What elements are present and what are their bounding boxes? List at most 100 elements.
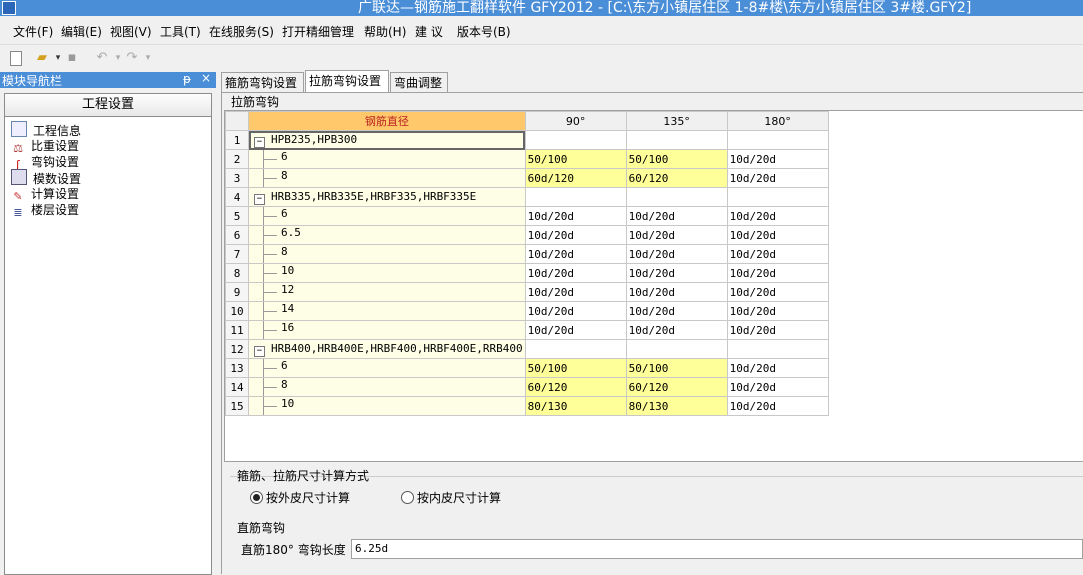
menu-edit[interactable]: 编辑(E) bbox=[61, 23, 102, 40]
hook-90-cell[interactable]: 60/120 bbox=[524, 377, 627, 397]
diameter-cell[interactable]: 16 bbox=[248, 320, 526, 340]
diameter-cell[interactable]: 10 bbox=[248, 396, 526, 416]
pin-icon[interactable]: ᵽ bbox=[183, 72, 191, 86]
row-number[interactable]: 12 bbox=[225, 339, 249, 359]
row-number[interactable]: 5 bbox=[225, 206, 249, 226]
row-number[interactable]: 6 bbox=[225, 225, 249, 245]
row-number[interactable]: 9 bbox=[225, 282, 249, 302]
hook-180-cell[interactable]: 10d/20d bbox=[726, 282, 829, 302]
menu-help[interactable]: 帮助(H) bbox=[364, 23, 406, 40]
hook-135-cell[interactable]: 50/100 bbox=[625, 149, 728, 169]
nav-item-floor[interactable]: ≣ 楼层设置 bbox=[11, 201, 79, 219]
hook-180-cell[interactable]: 10d/20d bbox=[726, 225, 829, 245]
row-number[interactable]: 3 bbox=[225, 168, 249, 188]
row-number[interactable]: 15 bbox=[225, 396, 249, 416]
hook-180-cell[interactable] bbox=[726, 339, 829, 359]
menu-online-service[interactable]: 在线服务(S) bbox=[209, 23, 274, 40]
col-header-diameter[interactable]: 钢筋直径 bbox=[248, 111, 526, 131]
nav-item-calc[interactable]: ✎ 计算设置 bbox=[11, 185, 79, 203]
hook-180-cell[interactable]: 10d/20d bbox=[726, 244, 829, 264]
hook-135-cell[interactable]: 10d/20d bbox=[625, 244, 728, 264]
menu-suggest[interactable]: 建 议 bbox=[415, 23, 443, 40]
row-number[interactable]: 13 bbox=[225, 358, 249, 378]
diameter-cell[interactable]: 10 bbox=[248, 263, 526, 283]
close-icon[interactable]: × bbox=[201, 71, 211, 85]
hook-90-cell[interactable] bbox=[524, 339, 627, 359]
hook-135-cell[interactable]: 80/130 bbox=[625, 396, 728, 416]
hook-90-cell[interactable]: 60d/120 bbox=[524, 168, 627, 188]
row-number[interactable]: 1 bbox=[225, 130, 249, 150]
straight-hook-length-input[interactable]: 6.25d bbox=[351, 539, 1083, 559]
row-number[interactable]: 10 bbox=[225, 301, 249, 321]
hook-135-cell[interactable]: 60/120 bbox=[625, 377, 728, 397]
hook-135-cell[interactable]: 10d/20d bbox=[625, 206, 728, 226]
collapse-icon[interactable]: − bbox=[254, 193, 265, 205]
tab-stirrup-hook[interactable]: 箍筋弯钩设置 bbox=[221, 72, 304, 92]
hook-135-cell[interactable]: 10d/20d bbox=[625, 320, 728, 340]
undo-icon[interactable]: ↶ bbox=[94, 50, 110, 66]
hook-135-cell[interactable]: 10d/20d bbox=[625, 282, 728, 302]
radio-outer-icon[interactable] bbox=[250, 491, 263, 504]
diameter-cell[interactable]: 6.5 bbox=[248, 225, 526, 245]
hook-90-cell[interactable]: 10d/20d bbox=[524, 244, 627, 264]
nav-item-project-info[interactable]: 工程信息 bbox=[11, 121, 81, 138]
hook-180-cell[interactable]: 10d/20d bbox=[726, 358, 829, 378]
hook-135-cell[interactable]: 10d/20d bbox=[625, 301, 728, 321]
menu-tools[interactable]: 工具(T) bbox=[160, 23, 201, 40]
diameter-cell[interactable]: 6 bbox=[248, 149, 526, 169]
grade-group-cell[interactable]: − HPB235,HPB300 bbox=[248, 130, 526, 150]
nav-item-hook[interactable]: ʃ 弯钩设置 bbox=[11, 153, 79, 171]
nav-item-weight[interactable]: ⚖ 比重设置 bbox=[11, 137, 79, 155]
col-header-135[interactable]: 135° bbox=[625, 111, 728, 131]
hook-180-cell[interactable] bbox=[726, 187, 829, 207]
hook-135-cell[interactable]: 10d/20d bbox=[625, 225, 728, 245]
hook-135-cell[interactable]: 50/100 bbox=[625, 358, 728, 378]
menu-view[interactable]: 视图(V) bbox=[110, 23, 152, 40]
radio-outer[interactable]: 按外皮尺寸计算 bbox=[250, 489, 350, 506]
hook-90-cell[interactable]: 10d/20d bbox=[524, 206, 627, 226]
hook-135-cell[interactable]: 10d/20d bbox=[625, 263, 728, 283]
hook-180-cell[interactable]: 10d/20d bbox=[726, 206, 829, 226]
hook-135-cell[interactable] bbox=[625, 187, 728, 207]
diameter-cell[interactable]: 8 bbox=[248, 168, 526, 188]
collapse-icon[interactable]: − bbox=[254, 136, 265, 148]
nav-section-header[interactable]: 工程设置 bbox=[5, 94, 211, 117]
radio-inner[interactable]: 按内皮尺寸计算 bbox=[401, 489, 501, 506]
hook-90-cell[interactable]: 10d/20d bbox=[524, 282, 627, 302]
hook-90-cell[interactable]: 50/100 bbox=[524, 358, 627, 378]
new-file-icon[interactable] bbox=[10, 51, 22, 66]
hook-90-cell[interactable]: 50/100 bbox=[524, 149, 627, 169]
hook-90-cell[interactable]: 10d/20d bbox=[524, 263, 627, 283]
hook-135-cell[interactable]: 60/120 bbox=[625, 168, 728, 188]
hook-135-cell[interactable] bbox=[625, 130, 728, 150]
col-header-180[interactable]: 180° bbox=[726, 111, 829, 131]
chevron-down-icon[interactable]: ▾ bbox=[140, 50, 156, 66]
tab-tie-hook[interactable]: 拉筋弯钩设置 bbox=[305, 70, 389, 92]
hook-90-cell[interactable]: 10d/20d bbox=[524, 301, 627, 321]
row-number[interactable]: 4 bbox=[225, 187, 249, 207]
diameter-cell[interactable]: 12 bbox=[248, 282, 526, 302]
row-number[interactable]: 7 bbox=[225, 244, 249, 264]
diameter-cell[interactable]: 8 bbox=[248, 377, 526, 397]
hook-180-cell[interactable]: 10d/20d bbox=[726, 263, 829, 283]
collapse-icon[interactable]: − bbox=[254, 345, 265, 357]
menu-version[interactable]: 版本号(B) bbox=[457, 23, 511, 40]
diameter-cell[interactable]: 14 bbox=[248, 301, 526, 321]
nav-item-modulus[interactable]: 模数设置 bbox=[11, 169, 81, 186]
hook-90-cell[interactable] bbox=[524, 130, 627, 150]
diameter-cell[interactable]: 6 bbox=[248, 358, 526, 378]
hook-90-cell[interactable]: 10d/20d bbox=[524, 225, 627, 245]
hook-90-cell[interactable] bbox=[524, 187, 627, 207]
row-number[interactable]: 11 bbox=[225, 320, 249, 340]
row-number[interactable]: 2 bbox=[225, 149, 249, 169]
hook-180-cell[interactable]: 10d/20d bbox=[726, 149, 829, 169]
col-header-90[interactable]: 90° bbox=[524, 111, 627, 131]
diameter-cell[interactable]: 6 bbox=[248, 206, 526, 226]
hook-180-cell[interactable]: 10d/20d bbox=[726, 301, 829, 321]
hook-180-cell[interactable]: 10d/20d bbox=[726, 396, 829, 416]
grade-group-cell[interactable]: − HRB400,HRB400E,HRBF400,HRBF400E,RRB400 bbox=[248, 339, 526, 359]
save-icon[interactable]: ▪ bbox=[64, 50, 80, 66]
hook-90-cell[interactable]: 10d/20d bbox=[524, 320, 627, 340]
radio-inner-icon[interactable] bbox=[401, 491, 414, 504]
hook-90-cell[interactable]: 80/130 bbox=[524, 396, 627, 416]
